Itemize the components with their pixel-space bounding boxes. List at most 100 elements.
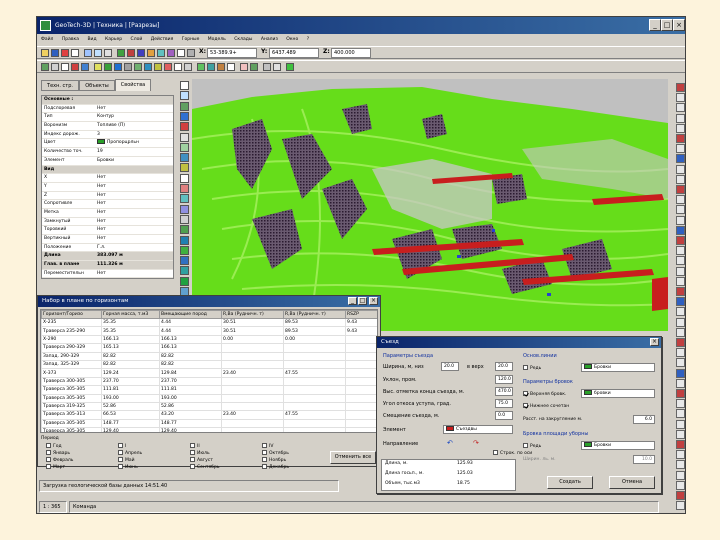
side-tool-icon[interactable] [676, 225, 685, 235]
property-row[interactable]: Элемент Бровки [42, 157, 173, 166]
select-icon[interactable] [177, 49, 185, 57]
create-button[interactable]: Создать [547, 476, 593, 489]
road-icon[interactable] [124, 63, 132, 71]
side-tool-icon[interactable] [676, 154, 685, 164]
delete-icon[interactable] [61, 49, 69, 57]
property-row[interactable]: Основные : [42, 96, 173, 105]
ruler-icon[interactable] [273, 63, 281, 71]
side-tool-icon[interactable] [676, 174, 685, 184]
tool-icon[interactable] [180, 173, 189, 183]
side-tool-icon[interactable] [676, 144, 685, 154]
save-icon[interactable] [51, 49, 59, 57]
side-tool-icon[interactable] [676, 246, 685, 256]
tab-properties[interactable]: Свойства [115, 79, 151, 91]
side-tool-icon[interactable] [676, 378, 685, 388]
side-tool-icon[interactable] [676, 215, 685, 225]
terrain-icon[interactable] [41, 63, 49, 71]
side-tool-icon[interactable] [676, 409, 685, 419]
snap-icon[interactable] [187, 49, 195, 57]
rounding-distance-input[interactable]: 6.0 [633, 415, 655, 424]
orebody-close-button[interactable]: × [369, 297, 378, 305]
paste-icon[interactable] [104, 49, 112, 57]
menu-file[interactable]: Файл [41, 37, 53, 42]
table-row[interactable]: Траверса 319-325 52.86 52.86 [41, 401, 377, 412]
menu-help[interactable]: ? [307, 37, 309, 42]
period-checkbox[interactable]: II [190, 443, 200, 449]
menu-edit[interactable]: Правка [62, 37, 79, 42]
period-checkbox[interactable]: I [118, 443, 126, 449]
column-header[interactable]: RSZP [345, 310, 377, 319]
drill-checkbox[interactable]: Редь [523, 443, 541, 449]
plan-icon[interactable] [61, 63, 69, 71]
period-checkbox[interactable]: Год [46, 443, 62, 449]
tab-tech-structure[interactable]: Техн. стр. [41, 80, 79, 91]
property-row[interactable]: Глав. в плане 111.326 м [42, 261, 173, 270]
tab-objects[interactable]: Объекты [79, 80, 115, 91]
property-row[interactable]: Подслоревая Нет [42, 105, 173, 114]
side-tool-icon[interactable] [676, 123, 685, 133]
property-row[interactable]: Положение Г.л. [42, 244, 173, 253]
coord-y-field[interactable]: 6437.489 [269, 48, 319, 58]
side-tool-icon[interactable] [676, 164, 685, 174]
section-icon[interactable] [51, 63, 59, 71]
period-checkbox[interactable]: Декабрь [262, 464, 289, 470]
column-header[interactable]: Вмещающие пород [159, 310, 222, 319]
period-checkbox[interactable]: Ноябрь [262, 457, 286, 463]
measure-icon[interactable] [167, 49, 175, 57]
side-tool-icon[interactable] [676, 440, 685, 449]
side-tool-icon[interactable] [676, 338, 685, 347]
side-tool-icon[interactable] [676, 83, 685, 92]
property-row[interactable]: Индекс дорож. 3 [42, 131, 173, 140]
text-icon[interactable] [227, 63, 235, 71]
property-row[interactable]: Тип Контур [42, 113, 173, 123]
property-row[interactable]: Воронизм Топливе (П) [42, 122, 173, 131]
table-row[interactable]: Запад. 290-329 82.82 82.82 [41, 351, 377, 361]
drill-distance-input[interactable]: 10.0 [633, 455, 655, 464]
rotate-icon[interactable] [144, 63, 152, 71]
drill-select[interactable]: Бровки [581, 441, 655, 450]
slope-angle-input[interactable]: 75.0 [495, 399, 513, 408]
period-checkbox[interactable]: Июль [190, 450, 210, 456]
wire-icon[interactable] [174, 63, 182, 71]
lower-crest-checkbox[interactable]: Нижнее сочетан [523, 403, 569, 409]
period-checkbox[interactable]: Июнь [118, 464, 138, 470]
axis-build-checkbox[interactable]: Строк. по оси [493, 450, 532, 456]
tool-icon[interactable] [180, 132, 189, 142]
side-tool-icon[interactable] [676, 236, 685, 245]
tool-icon[interactable] [180, 122, 189, 132]
cancel-button[interactable]: Отмена [609, 476, 655, 489]
side-tool-icon[interactable] [676, 480, 685, 490]
tool-icon[interactable] [180, 91, 189, 101]
table-row[interactable]: Х-290 166.13 166.13 0.00 0.00 [41, 334, 377, 345]
dump-icon[interactable] [134, 63, 142, 71]
side-tool-icon[interactable] [676, 460, 685, 470]
menu-layer[interactable]: Слой [131, 37, 143, 42]
water-icon[interactable] [81, 63, 89, 71]
period-checkbox[interactable]: Февраль [46, 457, 73, 463]
side-tool-icon[interactable] [676, 93, 685, 103]
property-row[interactable]: Метка Нет [42, 209, 173, 218]
period-checkbox[interactable]: Март [46, 464, 65, 470]
tool-icon[interactable] [180, 163, 189, 173]
solid-icon[interactable] [184, 63, 192, 71]
upper-crest-select[interactable]: бровки [581, 389, 655, 398]
width-bottom-input[interactable]: 20.0 [441, 362, 459, 371]
side-tool-icon[interactable] [676, 429, 685, 439]
property-row[interactable]: Z Нет [42, 192, 173, 201]
tool-icon[interactable] [180, 184, 189, 193]
table-row[interactable]: Траверса 290-329 165.13 166.13 [41, 343, 377, 353]
period-checkbox[interactable]: Сентябрь [190, 464, 219, 470]
table-row[interactable]: Траверса 305-305 129.40 129.40 [41, 427, 377, 432]
side-tool-icon[interactable] [676, 419, 685, 429]
width-top-input[interactable]: 20.0 [495, 362, 513, 371]
column-header[interactable]: R,Ba (Рудничн. т) [221, 310, 284, 319]
direction-ccw-icon[interactable]: ↶ [447, 439, 453, 447]
property-row[interactable]: Торовкий Нет [42, 226, 173, 235]
menu-mining[interactable]: Горные [182, 37, 200, 42]
property-row[interactable]: Сопротивле Нет [42, 200, 173, 209]
table-row[interactable]: Траверса 300-305 237.70 237.70 [41, 376, 377, 387]
tool-icon[interactable] [180, 204, 189, 214]
surface-icon[interactable] [197, 63, 205, 71]
fill-icon[interactable] [250, 63, 258, 71]
grade-input[interactable]: 120.0 [495, 375, 513, 384]
